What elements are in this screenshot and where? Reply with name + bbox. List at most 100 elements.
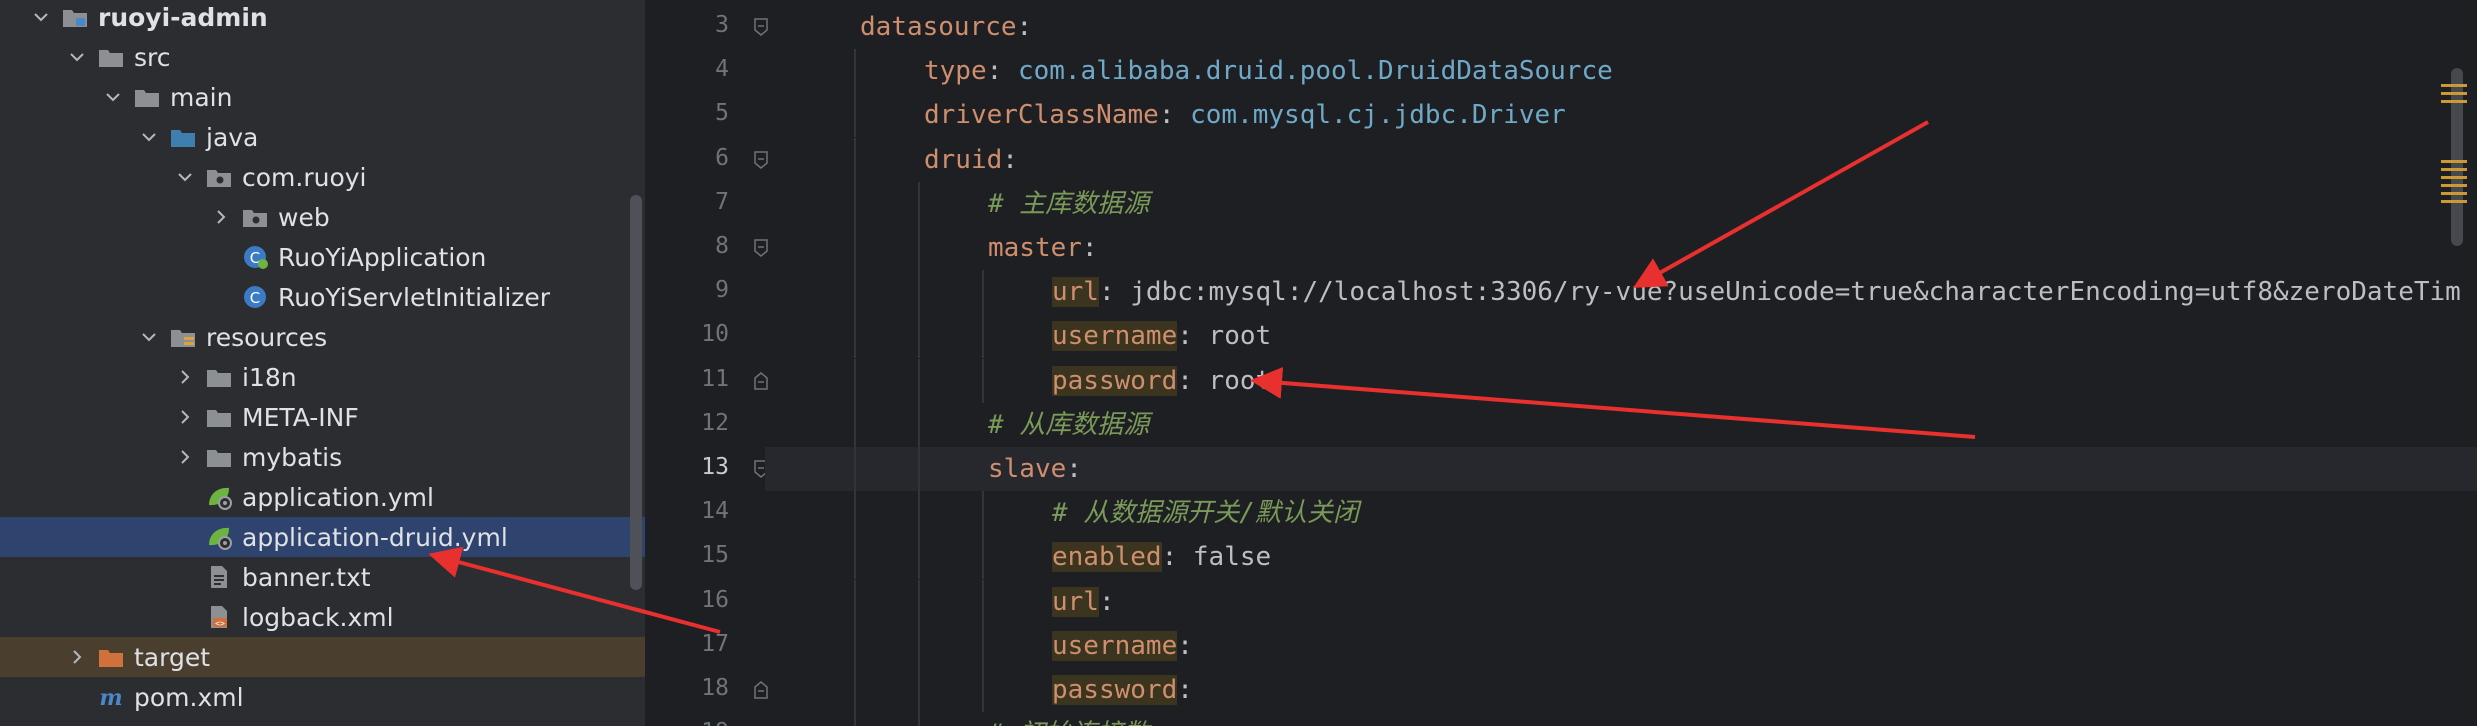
line-number: 6 [715, 144, 729, 171]
chevron-down-icon[interactable] [138, 326, 160, 348]
yaml-key: username [1052, 630, 1178, 661]
excluded-folder-icon [96, 642, 126, 672]
indent-guide [982, 270, 984, 315]
tree-item[interactable]: com.ruoyi [0, 157, 645, 197]
yaml-key: username [1052, 321, 1178, 352]
chevron-right-icon[interactable] [174, 446, 196, 468]
error-stripe-marker[interactable] [2441, 176, 2467, 179]
code-editor[interactable]: 345678910111213141516171819 datasource:t… [645, 0, 2477, 726]
code-text: type: com.alibaba.druid.pool.DruidDataSo… [924, 49, 1613, 93]
code-line[interactable]: master: [765, 226, 2477, 270]
line-number: 15 [701, 542, 729, 569]
chevron-down-icon[interactable] [102, 86, 124, 108]
error-stripe-marker[interactable] [2441, 200, 2467, 203]
package-icon [240, 202, 270, 232]
code-line[interactable]: # 主库数据源 [765, 181, 2477, 226]
line-number: 8 [715, 233, 729, 259]
code-token: : [1066, 454, 1082, 484]
tree-item[interactable]: C RuoYiApplication [0, 237, 645, 277]
error-stripe-marker[interactable] [2441, 92, 2467, 95]
resources-folder-icon [168, 322, 198, 352]
code-text: enabled: false [1052, 535, 1271, 579]
code-token: : [1081, 233, 1098, 263]
indent-guide [982, 535, 984, 580]
indent-guide [854, 226, 856, 270]
code-line[interactable]: url: [765, 579, 2477, 624]
code-area[interactable]: datasource: type: com.alibaba.druid.pool.… [765, 0, 2477, 726]
tree-item-label: application.yml [242, 482, 434, 512]
chevron-down-icon[interactable] [66, 46, 88, 68]
code-line[interactable]: druid: [765, 137, 2477, 182]
chevron-right-icon[interactable] [174, 406, 196, 428]
chevron-down-icon[interactable] [138, 126, 160, 148]
code-line[interactable]: username: [765, 623, 2477, 668]
tree-scrollbar[interactable] [630, 195, 642, 590]
tree-item[interactable]: <> logback.xml [0, 597, 645, 637]
yaml-key: druid [924, 144, 1003, 175]
tree-item-label: ruoyi-admin [98, 2, 268, 32]
code-line[interactable]: url: jdbc:mysql://localhost:3306/ry-vue?… [765, 270, 2477, 315]
code-line[interactable]: password: [765, 668, 2477, 712]
tree-item[interactable]: resources [0, 317, 645, 357]
folder-icon [204, 402, 234, 432]
error-stripe-marker[interactable] [2441, 84, 2467, 87]
code-text: username: [1052, 624, 1193, 668]
chevron-down-icon[interactable] [30, 6, 52, 28]
chevron-right-icon[interactable] [174, 366, 196, 388]
yaml-key: slave [988, 454, 1067, 484]
tree-item[interactable]: java [0, 117, 645, 157]
tree-item[interactable]: META-INF [0, 397, 645, 437]
code-token: root [1208, 365, 1272, 396]
tree-item[interactable]: m pom.xml [0, 677, 645, 717]
code-line[interactable]: datasource: [765, 5, 2477, 49]
code-line[interactable]: type: com.alibaba.druid.pool.DruidDataSo… [765, 49, 2477, 94]
tree-item[interactable]: C RuoYiServletInitializer [0, 277, 645, 317]
tree-item[interactable]: target [0, 637, 645, 677]
code-line[interactable]: # 从库数据源 [765, 402, 2477, 447]
code-text: driverClassName: com.mysql.cj.jdbc.Drive… [924, 93, 1566, 137]
error-stripe-marker[interactable] [2441, 192, 2467, 195]
indent-guide [918, 358, 920, 403]
folder-icon [96, 42, 126, 72]
code-line[interactable]: enabled: false [765, 535, 2477, 580]
indent-guide [918, 668, 920, 712]
tree-item[interactable]: main [0, 77, 645, 117]
code-line[interactable]: driverClassName: com.mysql.cj.jdbc.Drive… [765, 93, 2477, 138]
error-stripe-marker[interactable] [2441, 100, 2467, 103]
tree-item[interactable]: application.yml [0, 477, 645, 517]
indent-guide [854, 491, 856, 536]
line-number: 17 [701, 630, 729, 657]
svg-text:C: C [250, 289, 260, 307]
tree-item-label: RuoYiApplication [278, 242, 487, 272]
code-line[interactable]: username: root [765, 314, 2477, 359]
chevron-down-icon[interactable] [174, 166, 196, 188]
indent-guide [982, 668, 984, 712]
svg-text:m: m [99, 685, 122, 711]
tree-item[interactable]: banner.txt [0, 557, 645, 597]
tree-item[interactable]: src [0, 37, 645, 77]
tree-item[interactable]: i18n [0, 357, 645, 397]
tree-item[interactable]: web [0, 197, 645, 237]
code-token: false [1192, 542, 1272, 573]
source-folder-icon [168, 122, 198, 152]
error-stripe-marker[interactable] [2441, 160, 2467, 163]
code-line[interactable]: password: root [765, 358, 2477, 403]
code-line[interactable]: slave: [765, 447, 2477, 491]
tree-item-label: logback.xml [242, 602, 394, 632]
tree-item[interactable]: ruoyi-admin [0, 0, 645, 37]
chevron-right-icon[interactable] [66, 646, 88, 668]
folder-icon [204, 442, 234, 472]
error-stripe-marker[interactable] [2441, 184, 2467, 187]
tree-item-label: web [278, 202, 330, 232]
chevron-right-icon[interactable] [210, 206, 232, 228]
error-stripe-marker[interactable] [2441, 168, 2467, 171]
tree-item[interactable]: mybatis [0, 437, 645, 477]
tree-item[interactable]: application-druid.yml [0, 517, 645, 557]
code-line[interactable]: # 初始连接数 [765, 712, 2477, 726]
module-folder-icon [60, 2, 90, 32]
code-line[interactable]: # 从数据源开关/默认关闭 [765, 491, 2477, 536]
indent-guide [918, 535, 920, 580]
